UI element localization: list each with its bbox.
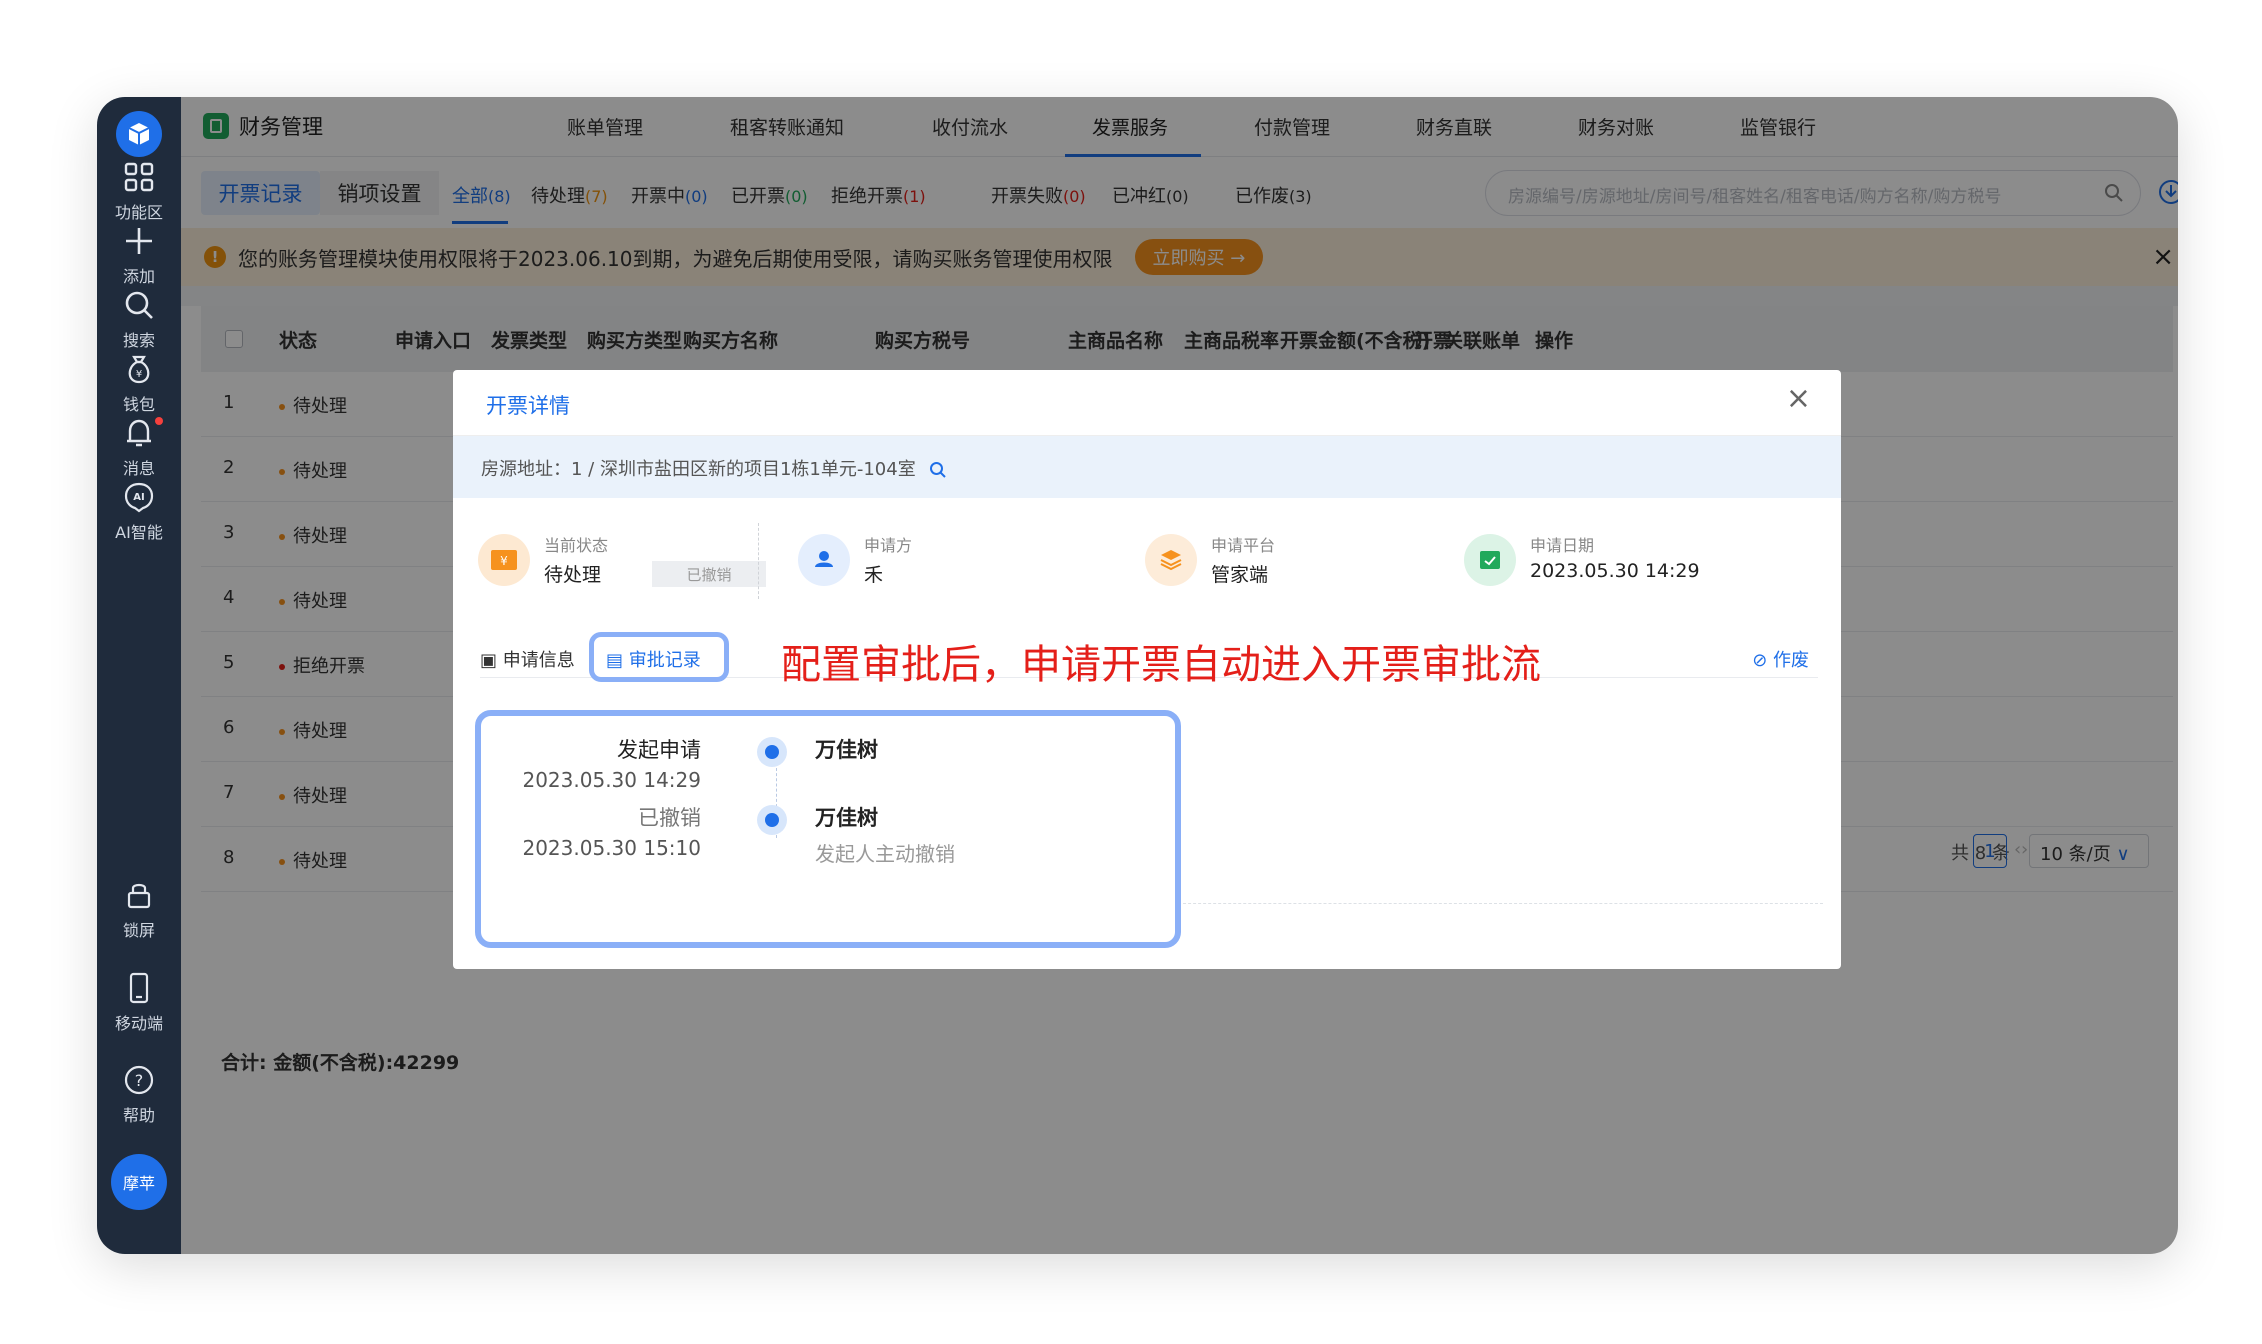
sidebar-item-label: 添加 (122, 267, 155, 286)
approval-timeline: 发起申请 2023.05.30 14:29 万佳树 已撤销 2023.05.30… (475, 710, 1181, 948)
avatar[interactable]: 摩苹 (111, 1154, 167, 1210)
help-icon: ? (124, 1065, 154, 1095)
bell-icon (127, 419, 151, 447)
svg-text:¥: ¥ (500, 554, 508, 568)
document-icon: ▣ (480, 650, 503, 671)
event-note: 发起人主动撤销 (815, 842, 955, 866)
property-address: 房源地址：1 / 深圳市盐田区新的项目1栋1单元-104室 (453, 436, 1841, 498)
info-applicant: 申请方 禾 (798, 528, 1048, 608)
tab-label: 申请信息 (502, 650, 575, 671)
lock-icon (127, 883, 151, 909)
svg-text:?: ? (135, 1071, 144, 1090)
mobile-icon (129, 972, 149, 1004)
void-label: 作废 (1773, 650, 1809, 671)
highlight-tab-box (589, 632, 729, 682)
status-badge: 已撤销 (652, 561, 766, 587)
annotation-text: 配置审批后，申请开票自动进入开票审批流 (781, 642, 1541, 688)
invoice-detail-modal: 开票详情 × 房源地址：1 / 深圳市盐田区新的项目1栋1单元-104室 ¥ 当… (453, 370, 1841, 969)
svg-text:¥: ¥ (136, 369, 142, 380)
sidebar: 功能区 添加 搜索 ¥ 钱包 消息 AI AI智能 锁屏 移动端 ? 帮助 摩苹 (97, 97, 181, 1254)
event-person: 万佳树 (815, 738, 878, 762)
status-value: 待处理 (544, 564, 602, 586)
divider (1163, 903, 1823, 904)
timeline-event: 已撤销 2023.05.30 15:10 万佳树 发起人主动撤销 (503, 786, 1163, 866)
event-action: 发起申请 (617, 738, 701, 762)
ban-icon: ⊘ (1752, 650, 1773, 671)
status-label: 当前状态 (544, 536, 609, 555)
layers-icon (1145, 534, 1197, 586)
plus-icon (126, 228, 152, 254)
modal-header: 开票详情 × (453, 370, 1841, 436)
ai-icon: AI (124, 482, 154, 513)
sidebar-item-label: 移动端 (114, 1014, 163, 1033)
applicant-label: 申请方 (864, 536, 913, 555)
sidebar-item-lock[interactable]: 锁屏 (97, 877, 181, 941)
timeline-dot (757, 805, 787, 835)
divider (758, 523, 759, 599)
sidebar-item-wallet[interactable]: ¥ 钱包 (97, 351, 181, 415)
tab-application-info[interactable]: ▣ 申请信息 (480, 646, 575, 672)
search-icon (125, 291, 153, 319)
search-icon[interactable] (929, 461, 947, 479)
sidebar-item-label: 功能区 (114, 203, 163, 222)
timeline-dot (757, 737, 787, 767)
address-text: 房源地址：1 / 深圳市盐田区新的项目1栋1单元-104室 (481, 459, 916, 480)
money-bag-icon: ¥ (128, 355, 150, 384)
sidebar-item-mobile[interactable]: 移动端 (97, 970, 181, 1034)
sidebar-item-label: 帮助 (122, 1106, 155, 1125)
calendar-icon (1464, 534, 1516, 586)
modal-title: 开票详情 (486, 394, 570, 418)
platform-label: 申请平台 (1211, 536, 1276, 555)
info-date: 申请日期 2023.05.30 14:29 (1464, 528, 1764, 608)
sidebar-item-ai[interactable]: AI AI智能 (97, 479, 181, 543)
ticket-icon: ¥ (478, 534, 530, 586)
sidebar-item-search[interactable]: 搜索 (97, 287, 181, 351)
applicant-value: 禾 (864, 564, 884, 586)
platform-value: 管家端 (1211, 564, 1269, 586)
sidebar-item-label: AI智能 (115, 523, 163, 542)
sidebar-item-add[interactable]: 添加 (97, 223, 181, 287)
event-action: 已撤销 (638, 806, 701, 830)
event-time: 2023.05.30 15:10 (522, 836, 701, 860)
sidebar-item-label: 消息 (122, 459, 155, 478)
sidebar-item-messages[interactable]: 消息 (97, 415, 181, 479)
sidebar-item-functions[interactable]: 功能区 (97, 159, 181, 223)
svg-text:AI: AI (133, 492, 144, 503)
date-value: 2023.05.30 14:29 (1530, 560, 1700, 582)
app-logo[interactable] (116, 111, 162, 157)
cube-icon (128, 123, 150, 145)
close-icon[interactable]: × (1786, 384, 1811, 414)
user-icon (798, 534, 850, 586)
app-window: 功能区 添加 搜索 ¥ 钱包 消息 AI AI智能 锁屏 移动端 ? 帮助 摩苹… (97, 97, 2178, 1254)
info-current-status: ¥ 当前状态 待处理 已撤销 (478, 528, 778, 608)
void-button[interactable]: ⊘ 作废 (1752, 646, 1809, 672)
event-person: 万佳树 (815, 806, 878, 830)
sidebar-item-help[interactable]: ? 帮助 (97, 1062, 181, 1126)
grid-icon (124, 162, 154, 192)
unread-dot (155, 417, 163, 425)
sidebar-item-label: 锁屏 (122, 921, 155, 940)
date-label: 申请日期 (1530, 536, 1595, 555)
info-platform: 申请平台 管家端 (1145, 528, 1395, 608)
sidebar-item-label: 钱包 (122, 395, 155, 414)
sidebar-item-label: 搜索 (122, 331, 155, 350)
